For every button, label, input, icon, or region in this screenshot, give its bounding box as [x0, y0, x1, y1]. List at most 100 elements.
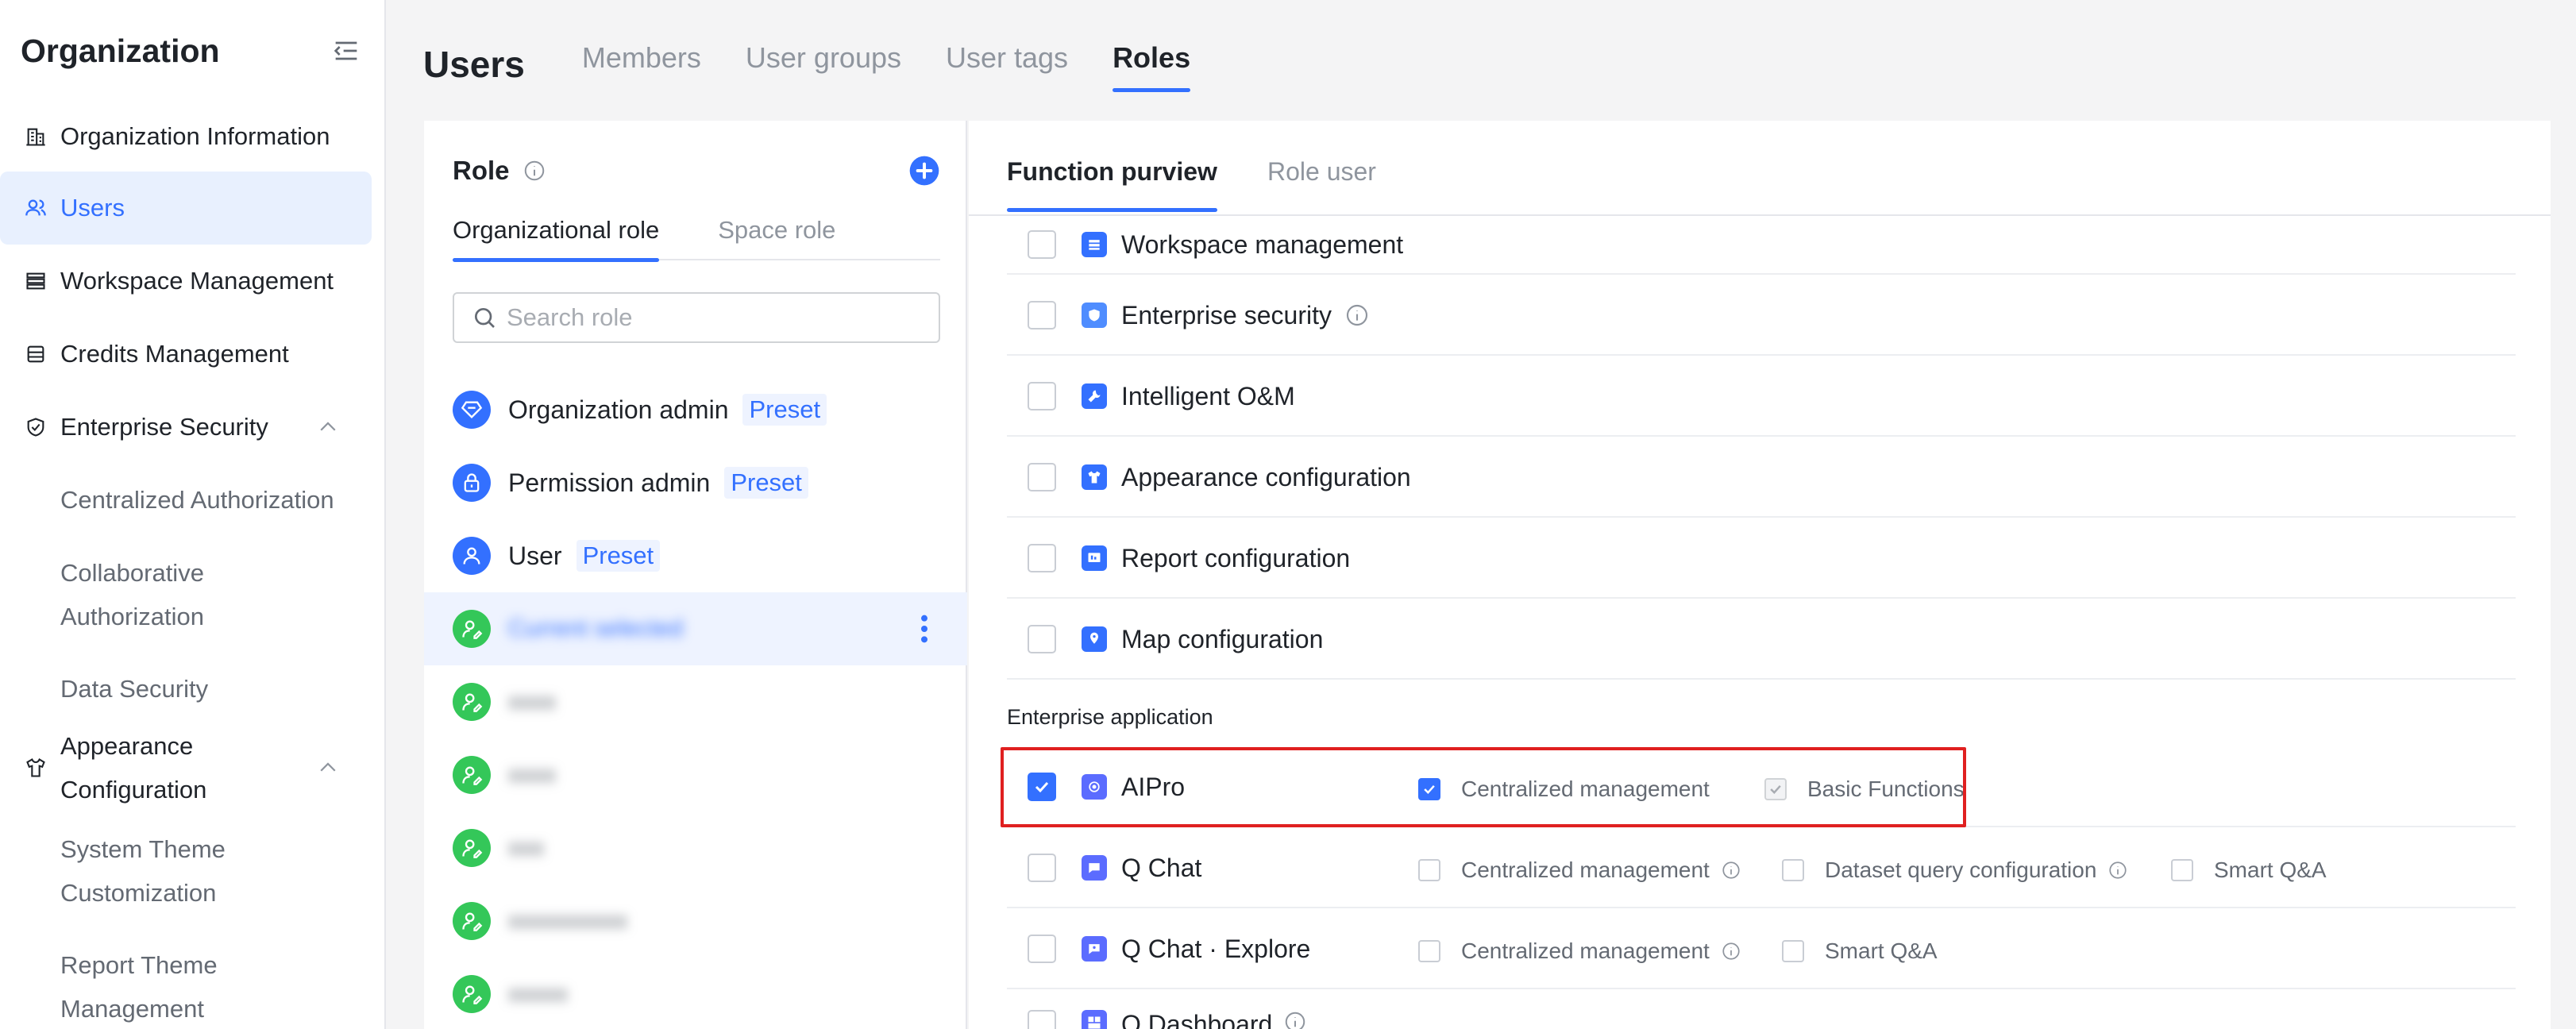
search-icon — [475, 308, 495, 328]
checkbox[interactable] — [1418, 859, 1440, 881]
sidebar-item-credits-management[interactable]: Credits Management — [0, 335, 373, 373]
sidebar-item-organization-information[interactable]: Organization Information — [0, 118, 373, 156]
role-item-organization-admin[interactable]: Organization admin Preset — [424, 373, 967, 446]
app-label: Q Chat · Explore — [1121, 934, 1311, 963]
sidebar-item-workspace-management[interactable]: Workspace Management — [0, 262, 373, 300]
checkbox[interactable] — [1028, 935, 1056, 963]
workspace-icon — [1082, 232, 1107, 257]
sidebar-subitem-system-theme-customization[interactable]: System Theme Customization — [60, 827, 330, 915]
user-edit-icon — [453, 683, 491, 721]
tab-members[interactable]: Members — [582, 41, 701, 86]
tab-user-tags[interactable]: User tags — [946, 41, 1068, 86]
person-icon — [453, 537, 491, 575]
option-centralized-management[interactable]: Centralized management — [1418, 858, 1741, 883]
tab-user-groups[interactable]: User groups — [746, 41, 901, 86]
tab-roles[interactable]: Roles — [1113, 41, 1191, 92]
role-item-user[interactable]: User Preset — [424, 519, 967, 592]
checkbox[interactable] — [1028, 382, 1056, 410]
option-label: Dataset query configuration — [1825, 858, 2097, 882]
sidebar-subitem-centralized-authorization[interactable]: Centralized Authorization — [60, 478, 334, 522]
collapse-sidebar-icon[interactable] — [330, 35, 362, 67]
more-vertical-icon[interactable] — [920, 613, 929, 645]
sidebar-item-label: Credits Management — [60, 340, 289, 368]
report-icon — [1082, 545, 1107, 571]
role-name-blurred: xxxx — [508, 688, 556, 715]
option-smart-qa[interactable]: Smart Q&A — [1782, 938, 1938, 964]
checkbox[interactable] — [1028, 1010, 1056, 1029]
tab-organizational-role[interactable]: Organizational role — [453, 216, 660, 262]
function-label: Report configuration — [1121, 543, 1351, 572]
role-item-custom[interactable]: xxx — [424, 811, 967, 884]
chevron-up-icon — [320, 422, 336, 431]
function-row-enterprise-security: Enterprise security — [1007, 276, 2516, 356]
option-smart-qa[interactable]: Smart Q&A — [2171, 858, 2327, 883]
sidebar-item-users[interactable]: Users — [0, 172, 372, 245]
tab-function-purview[interactable]: Function purview — [1007, 157, 1217, 212]
function-label: Enterprise security — [1121, 300, 1332, 330]
checkbox[interactable] — [1028, 544, 1056, 572]
role-item-custom[interactable]: xxxxx — [424, 958, 967, 1029]
option-centralized-management[interactable]: Centralized management — [1418, 938, 1741, 964]
explore-chat-icon — [1082, 936, 1107, 962]
role-item-custom-selected[interactable]: Current selected — [424, 592, 967, 665]
building-icon — [22, 123, 49, 150]
preset-badge: Preset — [724, 467, 808, 499]
info-icon[interactable] — [2107, 860, 2128, 881]
sidebar-item-enterprise-security[interactable]: Enterprise Security — [0, 408, 373, 446]
page-title: Users — [423, 44, 525, 85]
checkbox[interactable] — [2171, 859, 2193, 881]
info-icon[interactable] — [1721, 860, 1741, 881]
users-icon — [22, 195, 49, 222]
add-role-button[interactable] — [908, 155, 940, 187]
chevron-up-icon — [320, 762, 336, 772]
app-label: Q Chat — [1121, 853, 1202, 882]
checkbox[interactable] — [1782, 940, 1804, 962]
role-panel-title: Role — [453, 156, 510, 185]
role-type-tabs: Organizational role Space role — [453, 216, 940, 262]
function-label: Appearance configuration — [1121, 462, 1411, 491]
tab-space-role[interactable]: Space role — [718, 216, 835, 260]
search-role-box — [453, 292, 940, 343]
highlight-box — [1001, 747, 1966, 827]
info-icon[interactable] — [1344, 303, 1370, 328]
role-name-blurred: xxxx — [508, 761, 556, 788]
checkbox[interactable] — [1782, 859, 1804, 881]
diamond-icon — [453, 391, 491, 429]
tab-role-user[interactable]: Role user — [1267, 157, 1376, 187]
option-label: Smart Q&A — [2214, 858, 2327, 882]
preset-badge: Preset — [742, 394, 827, 426]
app-label: Q Dashboard — [1121, 1010, 1273, 1029]
checkbox[interactable] — [1028, 854, 1056, 882]
function-label: Workspace management — [1121, 229, 1404, 259]
info-icon[interactable] — [1283, 1010, 1307, 1029]
function-label: Intelligent O&M — [1121, 381, 1295, 410]
function-row-intelligent-om: Intelligent O&M — [1007, 357, 2516, 437]
info-icon[interactable] — [523, 159, 546, 183]
checkbox[interactable] — [1028, 625, 1056, 653]
checkbox[interactable] — [1028, 463, 1056, 491]
option-dataset-query-configuration[interactable]: Dataset query configuration — [1782, 858, 2128, 883]
database-icon — [22, 341, 49, 368]
role-panel-header: Role — [453, 156, 940, 186]
security-shield-icon — [1082, 303, 1107, 328]
checkbox[interactable] — [1028, 230, 1056, 259]
role-item-custom[interactable]: xxxx — [424, 665, 967, 738]
sidebar-subitem-data-security[interactable]: Data Security — [60, 667, 208, 711]
option-label: Smart Q&A — [1825, 938, 1938, 963]
sidebar-header: Organization — [21, 29, 362, 73]
app-row-q-chat-explore: Q Chat · Explore — [1007, 910, 2516, 989]
sidebar-item-label: Appearance Configuration — [60, 732, 207, 804]
dashboard-icon — [1082, 1010, 1107, 1029]
function-panel: Function purview Role user Workspace man… — [969, 121, 2551, 1029]
role-item-custom[interactable]: xxxx — [424, 738, 967, 811]
info-icon[interactable] — [1721, 941, 1741, 962]
search-role-input[interactable] — [507, 303, 935, 332]
sidebar-subitem-collaborative-authorization[interactable]: Collaborative Authorization — [60, 551, 346, 638]
checkbox[interactable] — [1418, 940, 1440, 962]
user-edit-icon — [453, 902, 491, 940]
role-item-permission-admin[interactable]: Permission admin Preset — [424, 446, 967, 519]
checkbox[interactable] — [1028, 301, 1056, 330]
sidebar-subitem-report-theme-management[interactable]: Report Theme Management — [60, 943, 330, 1029]
role-item-custom[interactable]: xxxxxxxxxx — [424, 884, 967, 958]
sidebar-item-appearance-configuration[interactable]: Appearance Configuration — [0, 724, 373, 811]
